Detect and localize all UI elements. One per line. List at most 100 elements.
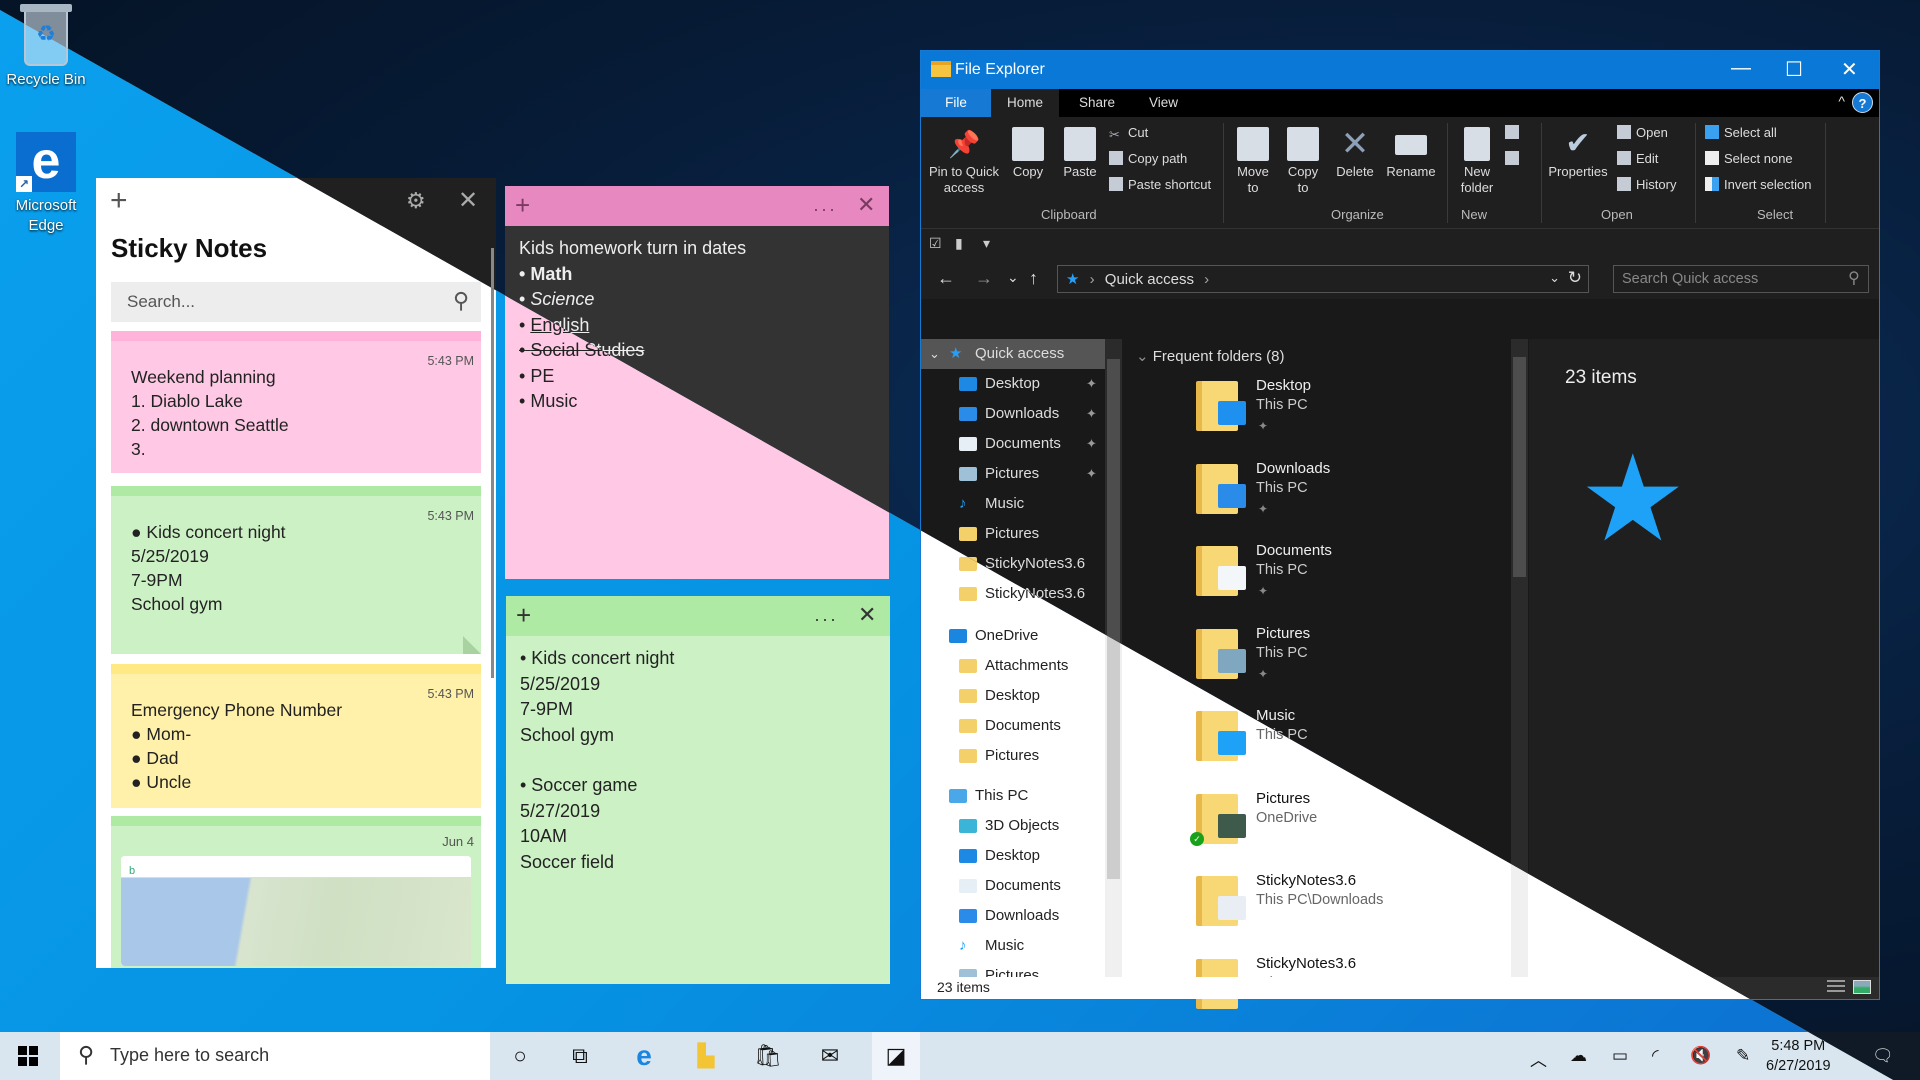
nav-item-downloads[interactable]: Downloads: [921, 901, 1106, 931]
large-icons-view-button[interactable]: [1853, 980, 1871, 994]
tab-view[interactable]: View: [1133, 89, 1194, 117]
open-button[interactable]: Open: [1617, 125, 1668, 141]
edit-button[interactable]: Edit: [1617, 151, 1658, 167]
nav-item-documents[interactable]: Documents: [921, 711, 1106, 741]
file-explorer-taskbar-icon[interactable]: ▙: [686, 1042, 726, 1070]
back-button[interactable]: ←: [937, 268, 955, 289]
edge-taskbar-icon[interactable]: e: [624, 1042, 664, 1070]
more-options-button[interactable]: ···: [813, 194, 837, 224]
paste-shortcut-button[interactable]: Paste shortcut: [1109, 177, 1211, 193]
history-button[interactable]: History: [1617, 177, 1676, 193]
new-folder-qat-icon[interactable]: ▮: [955, 235, 963, 252]
close-note-button[interactable]: ✕: [858, 600, 876, 630]
new-item-button[interactable]: [1505, 125, 1524, 141]
recent-locations-button[interactable]: ⌄: [1007, 269, 1019, 286]
collapse-ribbon-button[interactable]: ^: [1838, 93, 1845, 109]
nav-item-pictures[interactable]: Pictures ✦: [921, 459, 1106, 489]
store-icon[interactable]: 🛍: [748, 1042, 788, 1070]
folder-tile[interactable]: Documents This PC ✦: [1196, 542, 1496, 614]
nav-item-documents[interactable]: Documents: [921, 871, 1106, 901]
expand-chevron-icon[interactable]: ⌄: [929, 339, 940, 369]
nav-item-3d-objects[interactable]: 3D Objects: [921, 811, 1106, 841]
sticky-note-events[interactable]: + ··· ✕ • Kids concert night 5/25/2019 7…: [506, 596, 890, 984]
easy-access-button[interactable]: [1505, 151, 1524, 167]
nav-item-music[interactable]: ♪ Music: [921, 931, 1106, 961]
properties-button[interactable]: ✔ Properties: [1547, 127, 1609, 180]
scrollbar-thumb[interactable]: [1513, 357, 1526, 577]
delete-button[interactable]: ✕ Delete: [1333, 127, 1377, 180]
nav-item-desktop[interactable]: Desktop: [921, 681, 1106, 711]
tab-share[interactable]: Share: [1063, 89, 1131, 117]
nav-item-quick-access[interactable]: ⌄ ★ Quick access: [921, 339, 1106, 369]
select-all-button[interactable]: Select all: [1705, 125, 1777, 141]
tab-file[interactable]: File: [921, 89, 991, 117]
note-card[interactable]: Jun 4 b: [111, 816, 481, 968]
cut-button[interactable]: ✂ Cut: [1109, 125, 1148, 142]
volume-muted-icon[interactable]: 🔇: [1690, 1046, 1711, 1066]
nav-item-music[interactable]: ♪ Music: [921, 489, 1106, 519]
note-body[interactable]: • Kids concert night 5/25/2019 7-9PM Sch…: [506, 636, 890, 885]
close-button[interactable]: ✕: [458, 186, 478, 215]
copy-button[interactable]: Copy: [1005, 127, 1051, 180]
address-bar[interactable]: ★ › Quick access › ⌄ ↻: [1057, 265, 1589, 293]
copy-to-button[interactable]: Copy to: [1281, 127, 1325, 196]
breadcrumb-quick-access[interactable]: Quick access: [1105, 271, 1194, 288]
paste-button[interactable]: Paste: [1057, 127, 1103, 180]
maximize-button[interactable]: ☐: [1785, 57, 1803, 82]
start-button[interactable]: [18, 1046, 38, 1066]
close-button[interactable]: ✕: [1841, 57, 1858, 82]
properties-qat-icon[interactable]: ☑: [929, 235, 942, 252]
details-view-button[interactable]: [1827, 980, 1845, 994]
invert-selection-button[interactable]: Invert selection: [1705, 177, 1811, 193]
desktop-icon-edge[interactable]: e↗ Microsoft Edge: [6, 132, 86, 236]
tab-home[interactable]: Home: [991, 89, 1059, 117]
scrollbar[interactable]: [491, 248, 494, 678]
nav-item-attachments[interactable]: Attachments: [921, 651, 1106, 681]
up-button[interactable]: ↑: [1029, 268, 1038, 289]
nav-item-this-pc[interactable]: This PC: [921, 781, 1106, 811]
action-center-icon[interactable]: 🗨: [1872, 1046, 1894, 1066]
close-note-button[interactable]: ✕: [857, 190, 875, 220]
settings-button[interactable]: ⚙: [406, 188, 426, 214]
cortana-icon[interactable]: ○: [500, 1042, 540, 1070]
select-none-button[interactable]: Select none: [1705, 151, 1793, 167]
customize-qat-icon[interactable]: ▾: [983, 235, 990, 252]
battery-icon[interactable]: ▭: [1612, 1046, 1628, 1066]
onedrive-tray-icon[interactable]: ☁: [1570, 1046, 1587, 1066]
address-dropdown-button[interactable]: ⌄: [1549, 270, 1560, 286]
nav-item-documents[interactable]: Documents ✦: [921, 429, 1106, 459]
nav-item-desktop[interactable]: Desktop ✦: [921, 369, 1106, 399]
nav-item-desktop[interactable]: Desktop: [921, 841, 1106, 871]
minimize-button[interactable]: —: [1731, 57, 1751, 80]
copy-path-button[interactable]: Copy path: [1109, 151, 1187, 167]
breadcrumb-separator[interactable]: ›: [1090, 271, 1095, 288]
refresh-button[interactable]: ↻: [1568, 268, 1582, 288]
rename-button[interactable]: Rename: [1383, 127, 1439, 180]
sticky-notes-taskbar-icon[interactable]: ◪: [876, 1042, 916, 1070]
taskbar-search-box[interactable]: ⚲ Type here to search: [60, 1032, 490, 1080]
new-note-button[interactable]: +: [516, 600, 531, 630]
folder-tile[interactable]: Pictures This PC ✦: [1196, 625, 1496, 697]
nav-item-pictures[interactable]: Pictures: [921, 741, 1106, 771]
help-button[interactable]: ?: [1852, 92, 1873, 113]
search-icon[interactable]: ⚲: [453, 288, 469, 314]
title-bar[interactable]: File Explorer — ☐ ✕: [921, 51, 1879, 89]
search-box[interactable]: Search Quick access ⚲: [1613, 265, 1869, 293]
task-view-icon[interactable]: ⧉: [560, 1042, 600, 1070]
breadcrumb-separator[interactable]: ›: [1204, 271, 1209, 288]
nav-item-pictures[interactable]: Pictures: [921, 519, 1106, 549]
wifi-icon[interactable]: ◜: [1652, 1046, 1659, 1066]
new-folder-button[interactable]: New folder: [1455, 127, 1499, 196]
folder-tile[interactable]: StickyNotes3.6 This PC\Downloads: [1196, 872, 1496, 944]
move-to-button[interactable]: Move to: [1231, 127, 1275, 196]
folder-tile[interactable]: Desktop This PC ✦: [1196, 377, 1496, 449]
nav-item-onedrive[interactable]: OneDrive: [921, 621, 1106, 651]
mail-icon[interactable]: ✉: [810, 1042, 850, 1070]
more-options-button[interactable]: ···: [814, 604, 838, 634]
pin-to-quick-access-button[interactable]: 📌 Pin to Quick access: [927, 127, 1001, 196]
search-input[interactable]: Search... ⚲: [111, 282, 481, 322]
show-hidden-icons-button[interactable]: ︿: [1530, 1046, 1547, 1071]
new-note-button[interactable]: +: [110, 186, 128, 216]
nav-item-downloads[interactable]: Downloads ✦: [921, 399, 1106, 429]
forward-button[interactable]: →: [975, 268, 993, 289]
